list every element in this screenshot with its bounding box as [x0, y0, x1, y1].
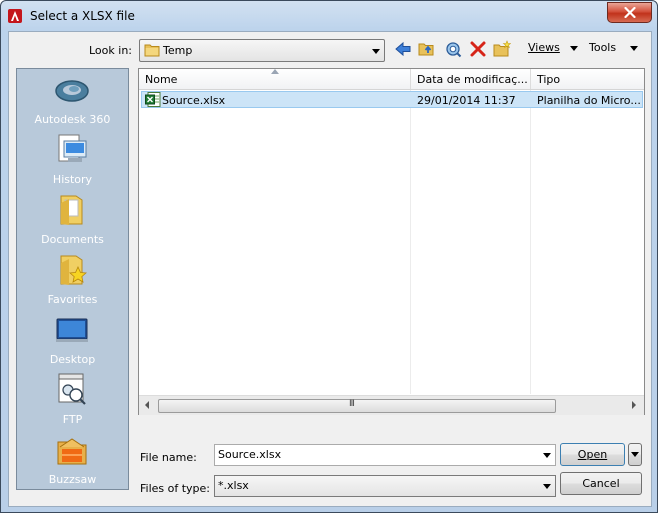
file-date-cell: 29/01/2014 11:37: [417, 94, 516, 107]
folder-icon: [144, 44, 160, 57]
place-label: Buzzsaw: [48, 473, 97, 486]
place-label: Favorites: [47, 293, 98, 306]
places-sidebar: Autodesk 360 History Documents Favorites…: [16, 68, 129, 490]
files-of-type-dropdown-button[interactable]: [538, 476, 555, 496]
file-list-header: Nome Data de modificaç... Tipo: [139, 69, 644, 90]
column-header-date[interactable]: Data de modificaç...: [411, 69, 531, 89]
file-name-cell: Source.xlsx: [162, 94, 226, 107]
place-label: Desktop: [49, 353, 96, 366]
title-bar[interactable]: Select a XLSX file: [1, 1, 657, 31]
file-name-combobox[interactable]: Source.xlsx: [214, 444, 556, 466]
autocad-logo-icon: [8, 9, 22, 23]
place-ftp[interactable]: FTP: [17, 369, 128, 429]
tools-menu-button[interactable]: Tools: [589, 41, 638, 54]
look-in-value: Temp: [163, 44, 193, 57]
files-of-type-label: Files of type:: [140, 482, 211, 495]
file-type-cell: Planilha do Micro...: [537, 94, 641, 107]
column-header-name[interactable]: Nome: [139, 69, 411, 89]
place-desktop[interactable]: Desktop: [17, 309, 128, 369]
place-label: History: [52, 173, 93, 186]
horizontal-scrollbar[interactable]: III: [139, 395, 644, 415]
scrollbar-thumb[interactable]: III: [158, 399, 556, 413]
column-header-type[interactable]: Tipo: [531, 69, 643, 89]
chevron-down-icon: [631, 452, 639, 457]
file-list-view[interactable]: Nome Data de modificaç... Tipo Source.xl…: [138, 68, 645, 415]
files-of-type-value: *.xlsx: [218, 479, 249, 492]
window-title: Select a XLSX file: [30, 9, 135, 23]
back-arrow-icon[interactable]: [394, 40, 412, 58]
look-in-dropdown[interactable]: Temp: [139, 39, 385, 62]
column-divider: [410, 90, 411, 394]
excel-file-icon: [145, 92, 161, 107]
delete-icon[interactable]: [469, 40, 487, 58]
file-name-dropdown-button[interactable]: [538, 445, 555, 465]
documents-folder-icon: [60, 195, 83, 225]
look-in-label: Look in:: [89, 44, 132, 57]
place-favorites[interactable]: Favorites: [17, 249, 128, 309]
place-history[interactable]: History: [17, 129, 128, 189]
tools-label: Tools: [589, 41, 617, 54]
file-name-input[interactable]: Source.xlsx: [218, 448, 281, 461]
scroll-right-icon[interactable]: [632, 401, 636, 409]
desktop-icon: [56, 318, 88, 342]
new-folder-icon[interactable]: [493, 40, 511, 58]
autodesk-360-icon: [55, 80, 89, 102]
cancel-button[interactable]: Cancel: [560, 472, 642, 495]
chevron-down-icon: [543, 453, 551, 458]
favorites-folder-icon: [60, 255, 87, 285]
sort-ascending-icon: [271, 69, 279, 74]
table-row[interactable]: Source.xlsx 29/01/2014 11:37 Planilha do…: [141, 91, 643, 108]
files-of-type-dropdown[interactable]: *.xlsx: [214, 475, 556, 497]
place-label: FTP: [62, 413, 83, 426]
place-label: Autodesk 360: [34, 113, 111, 126]
open-button[interactable]: Open: [560, 443, 625, 466]
place-buzzsaw[interactable]: Buzzsaw: [17, 429, 128, 489]
chevron-down-icon: [372, 49, 380, 54]
ftp-icon: [58, 373, 86, 405]
buzzsaw-icon: [57, 438, 87, 465]
chevron-down-icon: [543, 484, 551, 489]
history-icon: [58, 134, 87, 162]
chevron-down-icon: [570, 46, 578, 51]
place-autodesk-360[interactable]: Autodesk 360: [17, 69, 128, 129]
chevron-down-icon: [630, 46, 638, 51]
file-name-label: File name:: [140, 451, 197, 464]
file-dialog-window: Select a XLSX file Look in: Temp Views T…: [0, 0, 658, 513]
close-icon: [623, 7, 636, 18]
place-label: Documents: [41, 233, 104, 246]
scroll-left-icon[interactable]: [145, 401, 149, 409]
up-folder-icon[interactable]: [418, 40, 436, 58]
search-web-icon[interactable]: [444, 40, 462, 58]
views-menu-button[interactable]: Views: [528, 41, 578, 54]
place-documents[interactable]: Documents: [17, 189, 128, 249]
dialog-body: Look in: Temp Views Tools Autodesk 360 H…: [8, 31, 652, 507]
close-button[interactable]: [607, 2, 652, 23]
open-options-button[interactable]: [628, 443, 642, 466]
scroll-grip: III: [349, 399, 355, 409]
views-label: Views: [528, 41, 560, 54]
column-divider: [530, 90, 531, 394]
